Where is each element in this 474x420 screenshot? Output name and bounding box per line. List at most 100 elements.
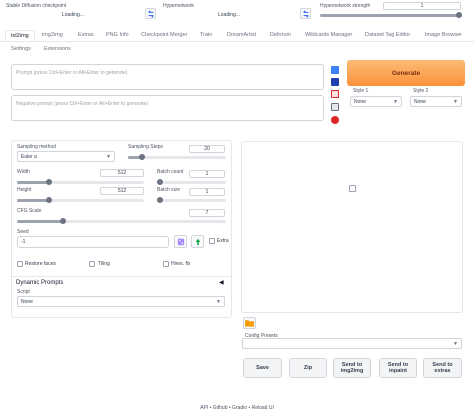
cfg-scale-input[interactable]: 7 [189, 209, 225, 217]
style2-select[interactable]: None ▼ [410, 96, 462, 107]
recycle-icon [195, 238, 200, 245]
cfg-scale-label: CFG Scale [17, 208, 42, 214]
hires-fix-label: Hires. fix [171, 261, 191, 267]
open-folder-button[interactable] [243, 317, 256, 329]
chevron-down-icon: ▼ [453, 99, 458, 105]
footer-separator: • [228, 405, 231, 411]
tab-dreamartist[interactable]: DreamArtist [227, 30, 256, 41]
tab-dataset-tag-editor[interactable]: Dataset Tag Editor [365, 30, 410, 41]
seed-label: Seed [17, 229, 29, 235]
height-slider[interactable] [17, 197, 144, 203]
width-slider[interactable] [17, 179, 144, 185]
tab-deforum[interactable]: Deforum [270, 30, 291, 41]
footer: API • Github • Gradio • Reload UI [0, 405, 474, 411]
dice-icon [177, 238, 184, 245]
chevron-down-icon: ▼ [216, 299, 221, 305]
footer-link-api[interactable]: API [200, 405, 208, 411]
interrogate-icon[interactable] [331, 66, 339, 74]
send-to-extras-button[interactable]: Send to extras [423, 358, 462, 378]
tab-checkpoint-merger[interactable]: Checkpoint Merger [141, 30, 187, 41]
random-seed-button[interactable] [174, 235, 187, 248]
checkpoint-label: Stable Diffusion checkpoint [6, 3, 67, 9]
broken-image-icon [349, 185, 356, 192]
negative-prompt-placeholder: Negative prompt (press Ctrl+Enter or Alt… [16, 101, 149, 107]
hypernetwork-strength-input[interactable]: 1 [383, 2, 461, 10]
checkpoint-select[interactable]: Loading... [62, 12, 84, 18]
tab-extensions[interactable]: Extensions [44, 44, 71, 55]
batch-size-slider[interactable] [157, 197, 226, 203]
tab-image-browser[interactable]: Image Browser [425, 30, 462, 41]
parameters-panel [11, 140, 232, 318]
refresh-checkpoint-button[interactable] [145, 8, 156, 19]
hires-fix-checkbox[interactable] [163, 261, 169, 267]
footer-link-reload-ui[interactable]: Reload UI [252, 405, 274, 411]
generate-button[interactable]: Generate [347, 60, 465, 86]
tab-settings[interactable]: Settings [11, 44, 31, 55]
script-label: Script [17, 289, 30, 295]
refresh-hypernetwork-button[interactable] [300, 8, 311, 19]
extra-networks-icon[interactable] [331, 116, 339, 124]
sampling-steps-slider[interactable] [128, 154, 226, 160]
hypernetwork-select[interactable]: Loading... [218, 12, 240, 18]
script-select[interactable]: None ▼ [17, 296, 225, 307]
prompt-textarea[interactable]: Prompt (press Ctrl+Enter or Alt+Enter to… [11, 64, 324, 90]
refresh-icon [302, 9, 309, 18]
zip-button[interactable]: Zip [289, 358, 327, 378]
tab-img2img[interactable]: img2img [42, 30, 63, 41]
tiling-label: Tiling [98, 261, 110, 267]
style2-value: None [414, 99, 426, 105]
send-to-img2img-button[interactable]: Send to img2img [333, 358, 371, 378]
footer-link-github[interactable]: Github [213, 405, 228, 411]
footer-separator: • [248, 405, 251, 411]
sampling-steps-input[interactable]: 20 [189, 145, 225, 153]
batch-size-input[interactable]: 1 [189, 188, 225, 196]
extra-seed-label: Extra [217, 238, 229, 244]
prompt-placeholder: Prompt (press Ctrl+Enter or Alt+Enter to… [16, 70, 128, 76]
tab-png-info[interactable]: PNG Info [106, 30, 129, 41]
width-input[interactable]: 512 [100, 169, 144, 177]
footer-separator: • [209, 405, 212, 411]
tab-train[interactable]: Train [200, 30, 212, 41]
sampling-method-label: Sampling method [17, 144, 56, 150]
output-gallery [241, 141, 463, 313]
batch-count-label: Batch count [157, 169, 184, 175]
style2-label: Style 2 [413, 88, 429, 94]
chevron-down-icon: ▼ [106, 154, 111, 160]
negative-prompt-textarea[interactable]: Negative prompt (press Ctrl+Enter or Alt… [11, 95, 324, 121]
tab-extras[interactable]: Extras [78, 30, 94, 41]
save-style-icon[interactable] [331, 78, 339, 86]
seed-input[interactable]: -1 [17, 236, 169, 248]
sampling-method-value: Euler a [21, 154, 37, 160]
trash-icon[interactable] [331, 103, 339, 111]
sampling-steps-label: Sampling Steps [128, 144, 164, 150]
tab-txt2img[interactable]: txt2img [5, 30, 35, 41]
width-label: Width [17, 169, 30, 175]
dynamic-prompts-title[interactable]: Dynamic Prompts [16, 280, 63, 286]
tiling-checkbox[interactable] [89, 261, 95, 267]
height-input[interactable]: 512 [100, 187, 144, 195]
footer-link-gradio[interactable]: Gradio [232, 405, 247, 411]
folder-icon [245, 320, 254, 327]
restore-faces-checkbox[interactable] [17, 261, 23, 267]
style1-value: None [354, 99, 366, 105]
tab-wildcards-manager[interactable]: Wildcards Manager [305, 30, 352, 41]
send-to-inpaint-button[interactable]: Send to inpaint [379, 358, 417, 378]
batch-size-label: Batch size [157, 187, 181, 193]
hypernetwork-strength-slider[interactable] [320, 12, 462, 18]
script-value: None [21, 299, 33, 305]
sampling-method-select[interactable]: Euler a ▼ [17, 151, 115, 162]
height-label: Height [17, 187, 32, 193]
collapse-triangle-icon[interactable]: ◀ [219, 279, 224, 286]
cfg-scale-slider[interactable] [17, 218, 226, 224]
paste-icon[interactable] [331, 90, 339, 98]
batch-count-input[interactable]: 1 [189, 170, 225, 178]
reuse-seed-button[interactable] [191, 235, 204, 248]
style1-select[interactable]: None ▼ [350, 96, 402, 107]
extra-seed-checkbox[interactable] [209, 238, 215, 244]
batch-count-slider[interactable] [157, 179, 226, 185]
refresh-icon [147, 9, 154, 18]
hypernetwork-label: Hypernetwork [163, 3, 194, 9]
chevron-down-icon: ▼ [453, 341, 458, 347]
save-button[interactable]: Save [243, 358, 282, 378]
config-presets-select[interactable]: ▼ [242, 338, 462, 349]
